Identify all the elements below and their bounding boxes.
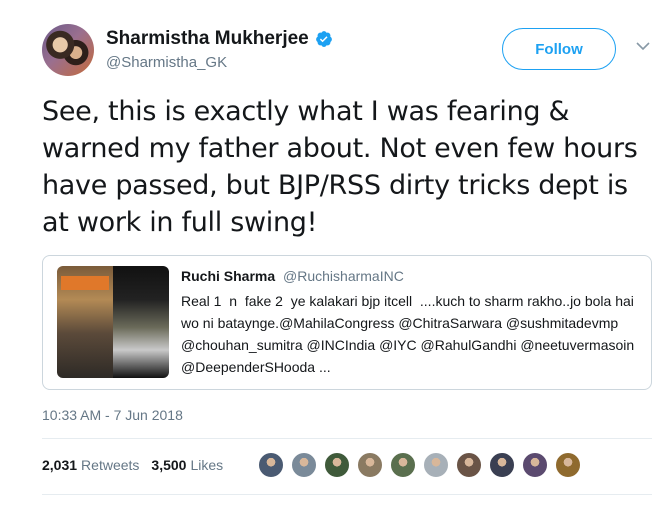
liker-avatar[interactable] <box>489 452 515 478</box>
divider <box>42 438 652 439</box>
liker-avatar[interactable] <box>522 452 548 478</box>
liker-avatar[interactable] <box>423 452 449 478</box>
quoted-display-name: Ruchi Sharma <box>181 268 276 284</box>
media-image-right <box>113 266 169 378</box>
user-handle[interactable]: @Sharmistha_GK <box>106 54 227 71</box>
liker-avatar[interactable] <box>357 452 383 478</box>
quoted-name-row: Ruchi Sharma @RuchisharmaINC <box>181 268 641 284</box>
liker-avatar[interactable] <box>324 452 350 478</box>
quoted-text: Real 1 n fake 2 ye kalakari bjp itcell .… <box>181 293 639 375</box>
tweet-timestamp[interactable]: 10:33 AM - 7 Jun 2018 <box>42 407 183 423</box>
display-name[interactable]: Sharmistha Mukherjee <box>106 28 309 50</box>
liker-avatar[interactable] <box>456 452 482 478</box>
name-row: Sharmistha Mukherjee <box>106 28 333 50</box>
liker-avatars <box>258 452 588 478</box>
liker-avatar[interactable] <box>390 452 416 478</box>
tweet-text: See, this is exactly what I was fearing … <box>42 96 638 238</box>
quoted-handle: @RuchisharmaINC <box>283 268 404 284</box>
retweets-label[interactable]: Retweets <box>81 457 139 473</box>
divider <box>42 494 652 495</box>
chevron-down-icon[interactable] <box>635 38 651 54</box>
liker-avatar[interactable] <box>555 452 581 478</box>
quoted-tweet[interactable]: Ruchi Sharma @RuchisharmaINC Real 1 n fa… <box>42 255 652 390</box>
media-banner <box>61 276 109 290</box>
avatar[interactable] <box>42 24 94 76</box>
retweets-count[interactable]: 2,031 <box>42 457 77 473</box>
likes-count[interactable]: 3,500 <box>151 457 186 473</box>
follow-button[interactable]: Follow <box>502 28 616 70</box>
quoted-tweet-media[interactable] <box>57 266 169 378</box>
media-image-left <box>57 266 113 378</box>
quoted-tweet-body: Ruchi Sharma @RuchisharmaINC Real 1 n fa… <box>181 268 641 378</box>
verified-badge-icon <box>315 31 332 47</box>
liker-avatar[interactable] <box>258 452 284 478</box>
tweet-stats: 2,031 Retweets 3,500 Likes <box>42 457 235 473</box>
likes-label[interactable]: Likes <box>190 457 223 473</box>
liker-avatar[interactable] <box>291 452 317 478</box>
tweet-header: Sharmistha Mukherjee @Sharmistha_GK Foll… <box>42 24 662 80</box>
